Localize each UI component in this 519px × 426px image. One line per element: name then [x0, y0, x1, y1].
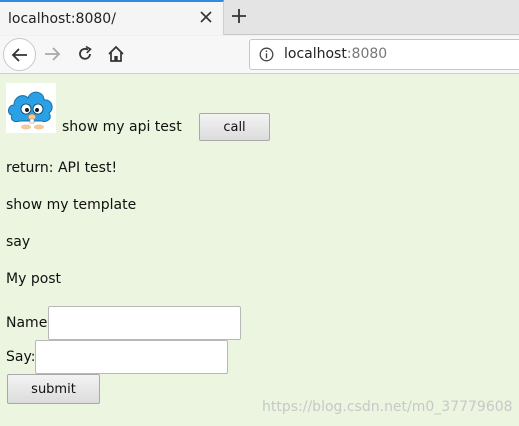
nav-bar: localhost:8080: [0, 36, 519, 74]
page-content: show my api test call return: API test! …: [0, 75, 519, 426]
say-label: Say:: [6, 349, 36, 365]
back-arrow-icon: [11, 47, 27, 62]
new-tab-icon[interactable]: [231, 8, 247, 24]
url-text[interactable]: localhost:8080: [284, 46, 387, 62]
template-text: show my template: [6, 197, 137, 213]
info-icon[interactable]: [259, 47, 274, 62]
submit-button[interactable]: submit: [7, 374, 100, 404]
url-bar[interactable]: localhost:8080: [249, 39, 519, 70]
name-label: Name:: [6, 315, 53, 331]
reload-icon[interactable]: [76, 45, 94, 63]
close-icon[interactable]: [198, 9, 214, 25]
call-button[interactable]: call: [199, 113, 270, 141]
url-port: :8080: [346, 46, 388, 62]
forward-arrow-icon[interactable]: [43, 45, 61, 63]
say-input[interactable]: [35, 340, 228, 374]
watermark: https://blog.csdn.net/m0_37779608: [262, 399, 513, 415]
api-test-label: show my api test: [62, 119, 182, 135]
post-heading: My post: [6, 271, 62, 287]
return-text: return: API test!: [6, 160, 118, 176]
browser-tab[interactable]: localhost:8080/: [0, 0, 224, 35]
name-input[interactable]: [48, 306, 241, 340]
tab-strip: localhost:8080/: [0, 0, 519, 35]
gopher-cloud-logo: [6, 83, 56, 133]
url-host: localhost: [284, 46, 347, 62]
say-text: say: [6, 234, 31, 250]
back-button[interactable]: [3, 38, 36, 71]
home-icon[interactable]: [107, 45, 125, 63]
tab-title: localhost:8080/: [8, 11, 116, 27]
